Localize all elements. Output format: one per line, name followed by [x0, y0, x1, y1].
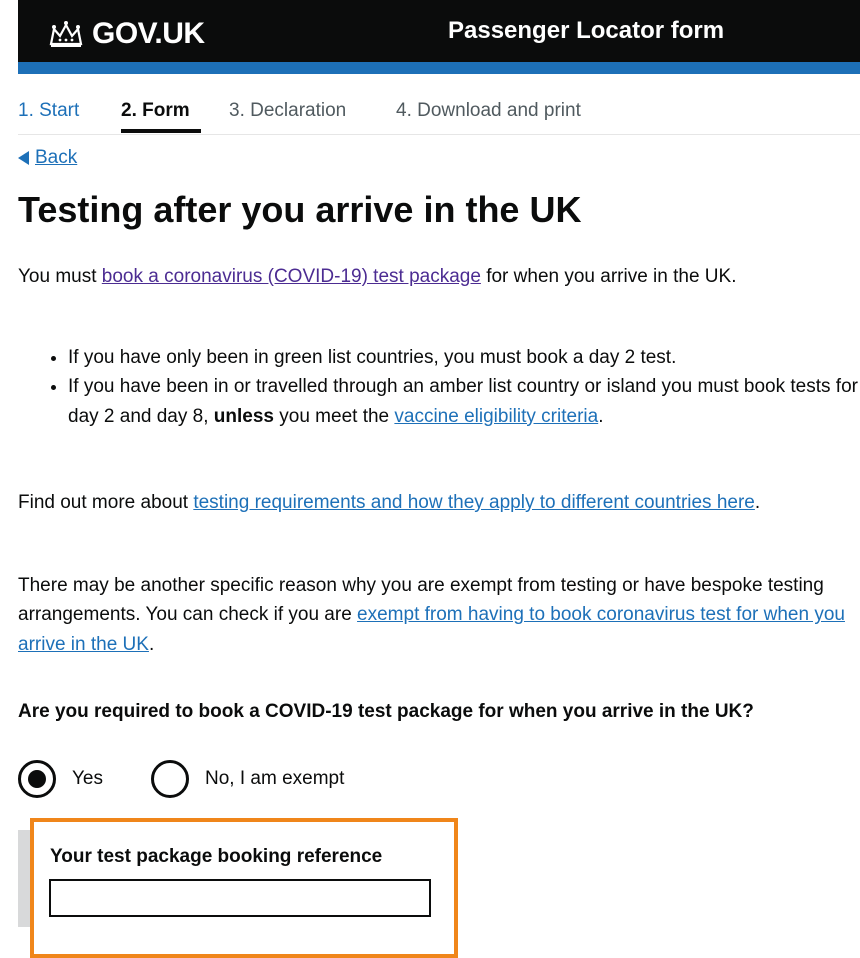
radio-yes-label[interactable]: Yes [72, 768, 103, 790]
crown-icon [49, 21, 83, 47]
header-blue-bar [18, 62, 860, 74]
find-out-more-paragraph: Find out more about testing requirements… [18, 488, 848, 517]
radio-yes-circle[interactable] [18, 760, 56, 798]
service-name[interactable]: Passenger Locator form [448, 17, 724, 45]
govuk-header: GOV.UK Passenger Locator form [18, 0, 860, 66]
test-required-radio-group: Yes No, I am exempt [18, 756, 344, 802]
intro-paragraph: You must book a coronavirus (COVID-19) t… [18, 262, 848, 291]
radio-no-exempt[interactable]: No, I am exempt [151, 760, 344, 798]
exemption-paragraph: There may be another specific reason why… [18, 571, 848, 659]
back-label: Back [35, 147, 78, 168]
testing-rules-list: If you have only been in green list coun… [48, 343, 860, 431]
step-form-current: 2. Form [121, 100, 190, 121]
radio-yes[interactable]: Yes [18, 760, 103, 798]
current-step-underline [121, 129, 201, 133]
intro-suffix: for when you arrive in the UK. [480, 266, 737, 287]
findout-prefix: Find out more about [18, 492, 194, 513]
vaccine-eligibility-link[interactable]: vaccine eligibility criteria [394, 406, 598, 427]
booking-reference-input[interactable] [49, 879, 431, 917]
exempt-suffix: . [148, 633, 155, 655]
bullet-green-text: If you have only been in green list coun… [68, 347, 677, 368]
list-item-green: If you have only been in green list coun… [68, 343, 860, 372]
booking-reference-label: Your test package booking reference [50, 846, 383, 867]
book-test-package-link[interactable]: book a coronavirus (COVID-19) test packa… [102, 266, 481, 287]
radio-no-circle[interactable] [151, 760, 189, 798]
step-start[interactable]: 1. Start [18, 100, 79, 122]
test-required-question: Are you required to book a COVID-19 test… [18, 701, 754, 722]
logo-text: GOV.UK [92, 17, 205, 50]
radio-no-label[interactable]: No, I am exempt [205, 768, 344, 790]
back-link[interactable]: Back [18, 147, 77, 169]
list-item-amber: If you have been in or travelled through… [68, 372, 860, 431]
bullet-amber-mid: you meet the [273, 405, 395, 427]
bullet-amber-suffix: . [598, 405, 604, 427]
step-navigation: 1. Start 2. Form 3. Declaration 4. Downl… [18, 96, 860, 135]
intro-prefix: You must [18, 266, 102, 287]
findout-suffix: . [754, 492, 761, 513]
govuk-logo[interactable]: GOV.UK [48, 14, 205, 54]
bullet-amber-unless: unless [213, 405, 274, 427]
back-arrow-icon [18, 151, 29, 165]
step-declaration: 3. Declaration [229, 100, 347, 121]
page-title: Testing after you arrive in the UK [18, 189, 582, 230]
testing-requirements-link[interactable]: testing requirements and how they apply … [193, 492, 755, 513]
step-download-print: 4. Download and print [396, 100, 581, 121]
